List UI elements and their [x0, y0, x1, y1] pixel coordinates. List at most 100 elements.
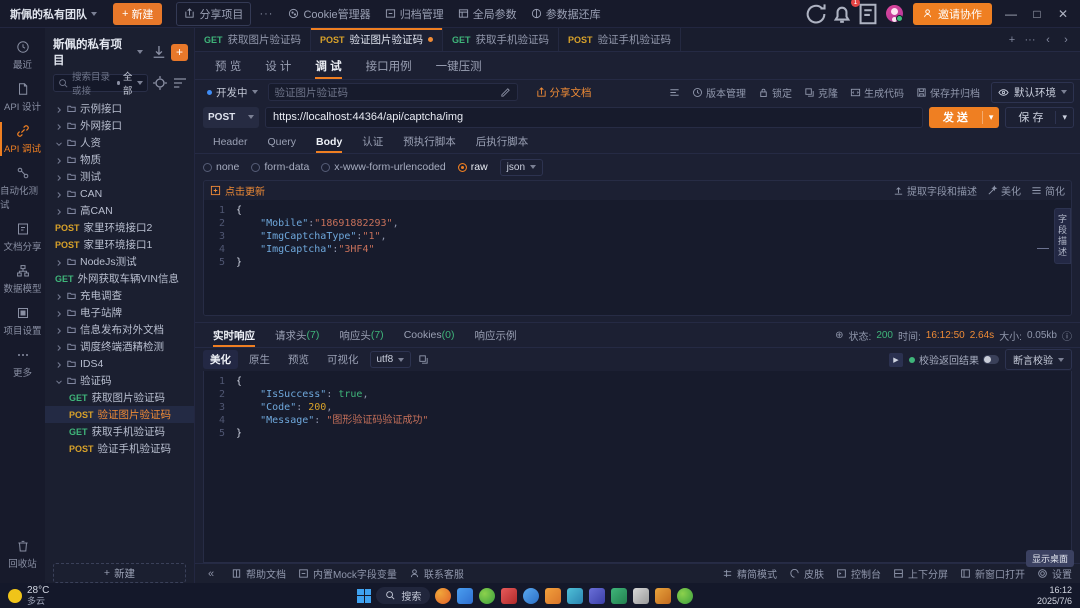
global-params-button[interactable]: 全局参数: [451, 3, 524, 25]
request-tab[interactable]: Header: [203, 130, 257, 153]
body-type-radio[interactable]: none: [203, 161, 239, 173]
mock-vars-button[interactable]: 内置Mock字段变量: [298, 566, 397, 581]
scroll-right-icon[interactable]: ›: [1058, 32, 1074, 48]
update-fields-button[interactable]: 点击更新: [210, 183, 265, 198]
sidebar-item-more[interactable]: 更多: [0, 342, 45, 384]
save-dropdown-icon[interactable]: ▾: [1056, 112, 1073, 123]
tree-api-item[interactable]: POST 家里环境接口1: [45, 236, 194, 253]
tree-folder-item[interactable]: 测试: [45, 168, 194, 185]
tree-api-item[interactable]: POST 验证手机验证码: [45, 440, 194, 457]
chevron-right-icon[interactable]: [55, 292, 63, 300]
tree-folder-item[interactable]: 信息发布对外文档: [45, 321, 194, 338]
tree-api-item[interactable]: POST 家里环境接口2: [45, 219, 194, 236]
taskbar-app-icon[interactable]: [655, 587, 672, 604]
tree-options-icon[interactable]: [172, 75, 188, 91]
chevron-right-icon[interactable]: [55, 122, 63, 130]
file-tab[interactable]: GET 获取手机验证码: [443, 28, 560, 51]
tree-folder-item[interactable]: 充电调查: [45, 287, 194, 304]
chevron-right-icon[interactable]: [55, 156, 63, 164]
view-tab[interactable]: 接口用例: [354, 52, 424, 79]
field-description-panel-toggle[interactable]: 字段描述: [1054, 208, 1071, 264]
sidebar-item-automation-test[interactable]: 自动化测试: [0, 160, 45, 216]
tree-folder-item[interactable]: NodeJs测试: [45, 253, 194, 270]
taskbar-app-icon[interactable]: [589, 587, 606, 604]
sidebar-item-recent[interactable]: 最近: [0, 34, 45, 76]
weather-widget[interactable]: 28°C 多云: [8, 585, 49, 606]
collapse-sidebar-icon[interactable]: «: [203, 566, 219, 582]
contact-support-button[interactable]: 联系客服: [409, 566, 464, 581]
response-raw-button[interactable]: 原生: [242, 350, 277, 369]
api-name-input[interactable]: 验证图片验证码: [267, 83, 518, 101]
body-type-radio[interactable]: raw: [457, 161, 488, 173]
taskbar-app-icon[interactable]: [633, 587, 650, 604]
chevron-right-icon[interactable]: [55, 258, 63, 266]
layout-toggle-icon[interactable]: [664, 85, 685, 100]
request-code-block[interactable]: 1 2 3 4 5 { "Mobile":"18691882293", "ImgCapt…: [204, 200, 1071, 315]
taskbar-app-icon[interactable]: [457, 587, 474, 604]
response-tab[interactable]: 请求头 (7): [265, 323, 329, 347]
environment-select[interactable]: 默认环境: [991, 81, 1074, 103]
verify-result-toggle[interactable]: 校验返回结果: [909, 352, 999, 367]
tree-filter-all[interactable]: 全部: [117, 69, 143, 97]
tree-folder-item[interactable]: 物质: [45, 151, 194, 168]
response-tab[interactable]: 响应头 (7): [329, 323, 393, 347]
simple-mode-button[interactable]: 精简模式: [722, 566, 777, 581]
tree-api-item[interactable]: POST 验证图片验证码: [45, 406, 194, 423]
tree-folder-item[interactable]: 外网接口: [45, 117, 194, 134]
url-input[interactable]: https://localhost:44364/api/captcha/img: [265, 106, 923, 128]
split-layout-button[interactable]: 上下分屏: [893, 566, 948, 581]
chevron-right-icon[interactable]: [55, 190, 63, 198]
tree-api-item[interactable]: GET 获取手机验证码: [45, 423, 194, 440]
request-json[interactable]: { "Mobile":"18691882293", "ImgCaptchaTyp…: [230, 200, 1071, 315]
response-tab[interactable]: 响应示例: [464, 323, 526, 347]
chevron-right-icon[interactable]: [55, 360, 63, 368]
chevron-down-icon[interactable]: [55, 377, 63, 385]
sidebar-item-recycle-bin[interactable]: 回收站: [0, 533, 45, 575]
api-status-select[interactable]: 开发中: [203, 83, 262, 102]
tree-api-item[interactable]: GET 获取图片验证码: [45, 389, 194, 406]
tree-folder-item[interactable]: IDS4: [45, 355, 194, 372]
search-input[interactable]: 搜索目录或接 全部: [53, 72, 148, 97]
response-visualize-button[interactable]: 可视化: [320, 350, 366, 369]
tree-folder-item[interactable]: 高CAN: [45, 202, 194, 219]
windows-start-icon[interactable]: [357, 588, 372, 603]
minimize-button[interactable]: —: [998, 2, 1024, 26]
response-body[interactable]: 1 2 3 4 5 { "IsSuccess": true, "Code": 200, …: [203, 371, 1072, 563]
collapse-handle[interactable]: [1037, 248, 1049, 249]
refresh-icon[interactable]: [803, 2, 829, 26]
version-manage-button[interactable]: 版本管理: [687, 83, 751, 102]
help-doc-button[interactable]: 帮助文档: [231, 566, 286, 581]
body-format-select[interactable]: json: [499, 158, 544, 176]
request-tab[interactable]: 后执行脚本: [466, 130, 539, 153]
scroll-left-icon[interactable]: ‹: [1040, 32, 1056, 48]
response-beautify-button[interactable]: 美化: [203, 350, 238, 369]
tree-api-item[interactable]: GET 外网获取车辆VIN信息: [45, 270, 194, 287]
chevron-down-icon[interactable]: [55, 139, 63, 147]
skin-button[interactable]: 皮肤: [789, 566, 824, 581]
locate-icon[interactable]: [152, 75, 168, 91]
request-tab[interactable]: 认证: [352, 130, 393, 153]
invite-collaborate-button[interactable]: 邀请协作: [913, 2, 992, 25]
play-icon[interactable]: ▶: [889, 352, 903, 367]
chevron-right-icon[interactable]: [55, 309, 63, 317]
archive-manager-button[interactable]: 归档管理: [378, 3, 451, 25]
response-preview-button[interactable]: 预览: [281, 350, 316, 369]
tree-folder-item[interactable]: 人资: [45, 134, 194, 151]
save-button[interactable]: 保 存 ▾: [1005, 106, 1074, 128]
import-icon[interactable]: [151, 44, 167, 60]
file-tab[interactable]: GET 获取图片验证码: [195, 28, 312, 51]
console-button[interactable]: 控制台: [836, 566, 881, 581]
chevron-right-icon[interactable]: [55, 343, 63, 351]
chevron-right-icon[interactable]: [55, 173, 63, 181]
notifications-button[interactable]: 1: [829, 0, 860, 26]
chevron-right-icon[interactable]: [55, 326, 63, 334]
add-tab-icon[interactable]: +: [1004, 32, 1020, 48]
tree-new-button[interactable]: + 新建: [53, 563, 186, 583]
sidebar-item-doc-share[interactable]: 文档分享: [0, 216, 45, 258]
send-button[interactable]: 发 送 ▾: [928, 106, 1000, 128]
share-project-button[interactable]: 分享项目: [176, 1, 252, 26]
request-tab[interactable]: Query: [257, 130, 306, 153]
settings-button[interactable]: 设置: [1037, 566, 1072, 581]
send-dropdown-icon[interactable]: ▾: [983, 112, 1000, 123]
tree-folder-item[interactable]: 验证码: [45, 372, 194, 389]
